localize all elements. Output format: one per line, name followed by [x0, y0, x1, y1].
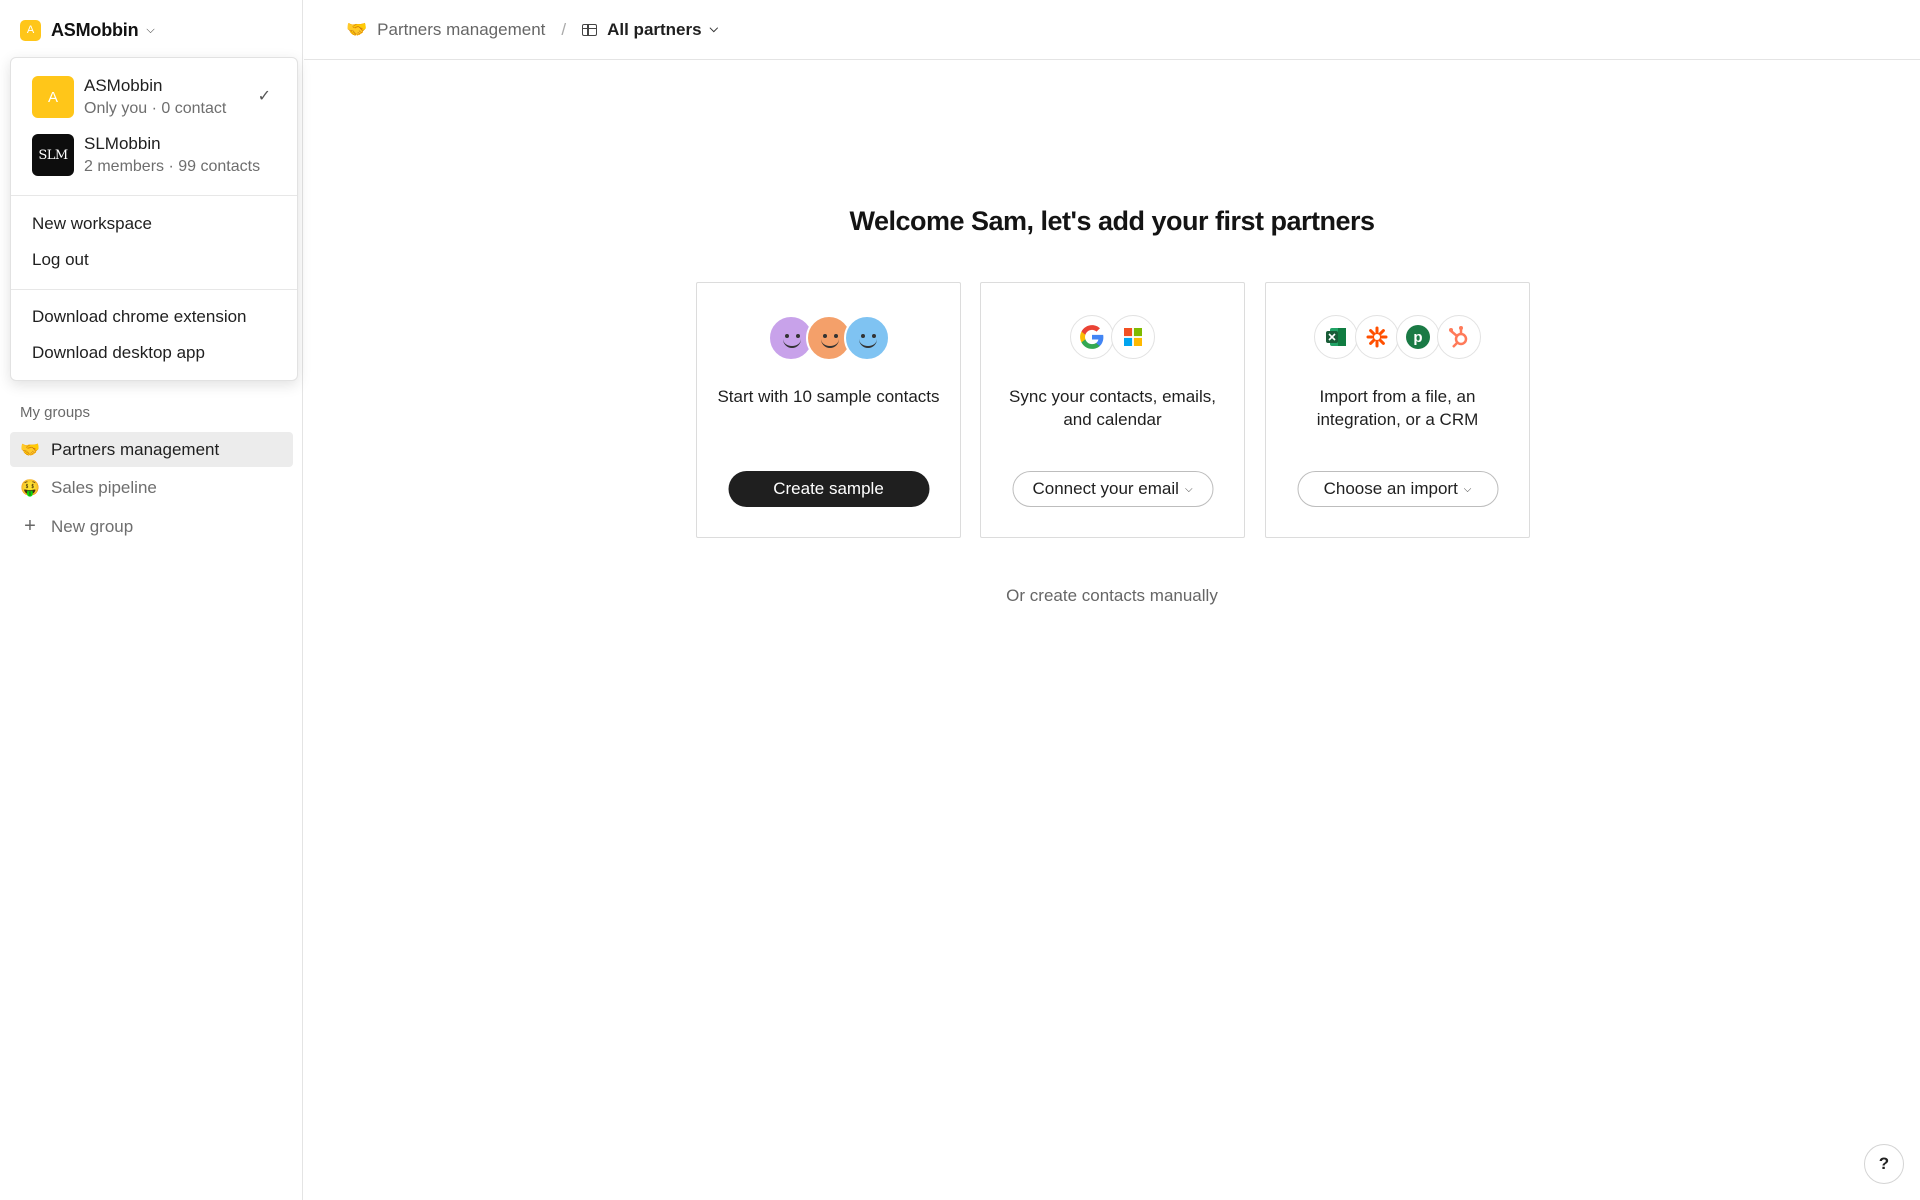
workspace-option-asmobbin[interactable]: A ASMobbin Only you · 0 contact	[32, 73, 282, 121]
hubspot-icon	[1437, 315, 1481, 359]
workspace-logo: A	[32, 76, 74, 118]
workspace-name: ASMobbin	[51, 19, 139, 40]
my-groups-label: My groups	[20, 404, 91, 421]
sample-avatars	[697, 315, 960, 361]
microsoft-icon	[1111, 315, 1155, 359]
workspace-option-meta: Only you · 0 contact	[84, 100, 227, 117]
new-group-button[interactable]: + New group	[10, 509, 293, 544]
workspace-dropdown: A ASMobbin Only you · 0 contact ✓ SLM SL…	[10, 57, 298, 381]
view-label: All partners	[607, 19, 702, 39]
workspace-option-meta: 2 members · 99 contacts	[84, 158, 261, 175]
new-workspace-item[interactable]: New workspace	[32, 214, 152, 234]
chevron-down-icon: ⌵	[1184, 483, 1193, 495]
divider	[11, 195, 297, 196]
integration-logos: p	[1266, 315, 1529, 359]
sample-contacts-card: Start with 10 sample contacts Create sam…	[696, 282, 961, 538]
choose-import-label: Choose an import	[1323, 479, 1458, 498]
card-description: Start with 10 sample contacts	[717, 387, 940, 406]
create-contacts-manually-link[interactable]: Or create contacts manually	[304, 586, 1920, 606]
table-icon	[582, 23, 598, 36]
sidebar-item-partners-management[interactable]: 🤝 Partners management	[10, 432, 293, 467]
choose-import-button[interactable]: Choose an import ⌵	[1297, 471, 1498, 507]
top-bar: 🤝 Partners management / All partners ⌵	[304, 0, 1920, 60]
new-group-label: New group	[51, 516, 134, 536]
download-desktop-app-item[interactable]: Download desktop app	[32, 343, 205, 363]
excel-icon	[1314, 315, 1358, 359]
import-card: p Import from a file, an integration, or…	[1265, 282, 1530, 538]
log-out-item[interactable]: Log out	[32, 250, 89, 270]
chevron-down-icon: ⌵	[709, 23, 718, 35]
zapier-icon	[1355, 315, 1399, 359]
help-button[interactable]: ?	[1864, 1144, 1904, 1184]
money-face-icon: 🤑	[20, 479, 40, 497]
chevron-down-icon: ⌵	[146, 23, 155, 36]
connect-email-button[interactable]: Connect your email ⌵	[1012, 471, 1213, 507]
workspace-option-name: ASMobbin	[84, 76, 163, 95]
breadcrumb-separator: /	[561, 19, 567, 39]
checkmark-icon: ✓	[257, 88, 271, 105]
smiley-face-icon	[843, 315, 890, 361]
workspace-option-name: SLMobbin	[84, 134, 161, 153]
workspace-logo: A	[20, 19, 41, 41]
card-description: Sync your contacts, emails, and calendar	[1009, 387, 1216, 429]
handshake-icon: 🤝	[20, 441, 40, 459]
sidebar-item-sales-pipeline[interactable]: 🤑 Sales pipeline	[10, 470, 293, 505]
connect-email-label: Connect your email	[1032, 479, 1179, 498]
breadcrumb-group[interactable]: 🤝 Partners management	[346, 20, 545, 40]
divider	[11, 289, 297, 290]
svg-text:p: p	[1413, 329, 1422, 346]
download-chrome-extension-item[interactable]: Download chrome extension	[32, 307, 247, 327]
google-icon	[1070, 315, 1114, 359]
sidebar-item-label: Sales pipeline	[51, 477, 157, 497]
sidebar-item-label: Partners management	[51, 439, 220, 459]
plus-icon: +	[24, 515, 36, 537]
create-sample-button[interactable]: Create sample	[728, 471, 929, 507]
workspace-switcher[interactable]: A ASMobbin ⌵	[20, 18, 155, 42]
view-selector[interactable]: All partners ⌵	[582, 20, 718, 40]
card-description: Import from a file, an integration, or a…	[1316, 387, 1479, 429]
sync-contacts-card: Sync your contacts, emails, and calendar…	[980, 282, 1245, 538]
chevron-down-icon: ⌵	[1463, 483, 1472, 495]
workspace-logo: SLM	[32, 134, 74, 176]
welcome-title: Welcome Sam, let's add your first partne…	[849, 206, 1375, 236]
breadcrumb-group-label: Partners management	[377, 19, 546, 39]
workspace-option-slmobbin[interactable]: SLM SLMobbin 2 members · 99 contacts	[32, 131, 282, 179]
provider-logos	[981, 315, 1244, 359]
pipedrive-icon: p	[1396, 315, 1440, 359]
handshake-icon: 🤝	[346, 19, 368, 39]
